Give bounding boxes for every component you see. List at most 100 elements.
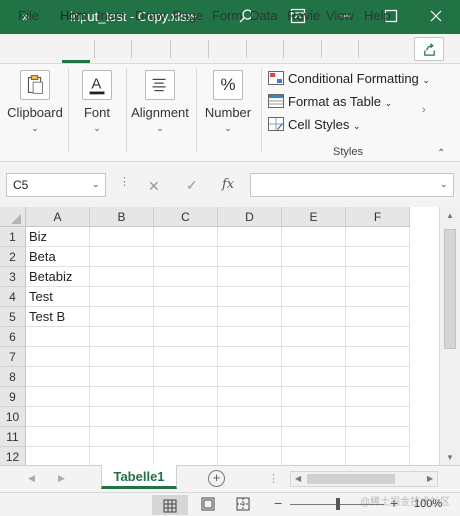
- cell-f12[interactable]: [346, 447, 410, 465]
- row-header-9[interactable]: 9: [0, 387, 26, 407]
- tab-file[interactable]: File: [18, 8, 39, 23]
- row-header-11[interactable]: 11: [0, 427, 26, 447]
- cell-c6[interactable]: [154, 327, 218, 347]
- cell-a2[interactable]: Beta: [26, 247, 90, 267]
- cell-f3[interactable]: [346, 267, 410, 287]
- cell-f6[interactable]: [346, 327, 410, 347]
- cell-d1[interactable]: [218, 227, 282, 247]
- cell-d10[interactable]: [218, 407, 282, 427]
- cell-b7[interactable]: [90, 347, 154, 367]
- expand-formula-bar-icon[interactable]: ⌄: [440, 179, 448, 190]
- row-header-2[interactable]: 2: [0, 247, 26, 267]
- column-header-e[interactable]: E: [282, 207, 346, 227]
- cell-b12[interactable]: [90, 447, 154, 465]
- page-break-icon[interactable]: [236, 497, 250, 511]
- cell-b2[interactable]: [90, 247, 154, 267]
- cell-b10[interactable]: [90, 407, 154, 427]
- cell-e7[interactable]: [282, 347, 346, 367]
- cell-d9[interactable]: [218, 387, 282, 407]
- cell-f11[interactable]: [346, 427, 410, 447]
- name-box-dropdown-icon[interactable]: ⌄: [92, 179, 100, 190]
- alignment-group[interactable]: Alignment ⌄: [128, 64, 192, 162]
- name-box[interactable]: C5: [6, 173, 106, 197]
- vertical-scrollbar[interactable]: ▲ ▼: [439, 207, 460, 465]
- cell-f2[interactable]: [346, 247, 410, 267]
- cell-f8[interactable]: [346, 367, 410, 387]
- cell-d6[interactable]: [218, 327, 282, 347]
- cell-d4[interactable]: [218, 287, 282, 307]
- previous-sheet-icon[interactable]: ◀: [28, 473, 35, 484]
- cell-f10[interactable]: [346, 407, 410, 427]
- cell-c4[interactable]: [154, 287, 218, 307]
- close-icon[interactable]: [428, 8, 444, 24]
- vertical-scroll-thumb[interactable]: [444, 229, 456, 349]
- cell-e10[interactable]: [282, 407, 346, 427]
- cell-styles-button[interactable]: Cell Styles ⌄: [268, 117, 361, 132]
- cancel-entry-button[interactable]: ✕: [148, 178, 160, 195]
- cell-b6[interactable]: [90, 327, 154, 347]
- cell-c12[interactable]: [154, 447, 218, 465]
- cell-e8[interactable]: [282, 367, 346, 387]
- select-all-button[interactable]: [0, 207, 26, 227]
- cell-e4[interactable]: [282, 287, 346, 307]
- cell-c9[interactable]: [154, 387, 218, 407]
- tab-page-layout[interactable]: Page: [173, 8, 207, 23]
- cell-a9[interactable]: [26, 387, 90, 407]
- tab-help[interactable]: Help: [364, 8, 396, 23]
- cell-d2[interactable]: [218, 247, 282, 267]
- cell-c2[interactable]: [154, 247, 218, 267]
- cell-e12[interactable]: [282, 447, 346, 465]
- cell-c8[interactable]: [154, 367, 218, 387]
- cell-b5[interactable]: [90, 307, 154, 327]
- cell-d12[interactable]: [218, 447, 282, 465]
- column-header-f[interactable]: F: [346, 207, 410, 227]
- row-header-10[interactable]: 10: [0, 407, 26, 427]
- cell-e3[interactable]: [282, 267, 346, 287]
- tab-insert[interactable]: Inser: [97, 8, 129, 23]
- cell-c5[interactable]: [154, 307, 218, 327]
- cell-a1[interactable]: Biz: [26, 227, 90, 247]
- font-group[interactable]: A Font ⌄: [70, 64, 124, 162]
- cell-a12[interactable]: [26, 447, 90, 465]
- insert-function-button[interactable]: fx: [222, 177, 234, 192]
- cell-b3[interactable]: [90, 267, 154, 287]
- add-sheet-button[interactable]: +: [208, 470, 225, 487]
- cell-d5[interactable]: [218, 307, 282, 327]
- cell-e9[interactable]: [282, 387, 346, 407]
- scroll-up-icon[interactable]: ▲: [446, 211, 454, 220]
- tab-home[interactable]: Hom: [60, 8, 92, 23]
- column-header-b[interactable]: B: [90, 207, 154, 227]
- cell-e5[interactable]: [282, 307, 346, 327]
- next-sheet-icon[interactable]: ▶: [58, 473, 65, 484]
- format-as-table-button[interactable]: Format as Table ⌄: [268, 94, 392, 109]
- cell-a3[interactable]: Betabiz: [26, 267, 90, 287]
- cell-a10[interactable]: [26, 407, 90, 427]
- cell-b8[interactable]: [90, 367, 154, 387]
- row-header-12[interactable]: 12: [0, 447, 26, 465]
- cell-d8[interactable]: [218, 367, 282, 387]
- page-layout-icon[interactable]: [201, 497, 215, 511]
- cell-b9[interactable]: [90, 387, 154, 407]
- ribbon-scroll-right-icon[interactable]: ›: [422, 104, 426, 116]
- tab-view[interactable]: View: [326, 8, 356, 23]
- tab-split-handle[interactable]: ⋮: [268, 472, 279, 485]
- share-button[interactable]: [414, 37, 444, 61]
- row-header-8[interactable]: 8: [0, 367, 26, 387]
- tab-formulas[interactable]: Form: [212, 8, 246, 23]
- sheet-tab-tabelle1[interactable]: Tabelle1: [101, 465, 177, 489]
- scroll-left-icon[interactable]: ◀: [295, 474, 301, 483]
- cell-f1[interactable]: [346, 227, 410, 247]
- cell-e1[interactable]: [282, 227, 346, 247]
- cell-e11[interactable]: [282, 427, 346, 447]
- normal-view-button[interactable]: [152, 495, 188, 515]
- row-header-5[interactable]: 5: [0, 307, 26, 327]
- row-header-6[interactable]: 6: [0, 327, 26, 347]
- tab-draw[interactable]: Draw: [135, 8, 169, 23]
- clipboard-group[interactable]: Clipboard ⌄: [4, 64, 66, 162]
- conditional-formatting-button[interactable]: Conditional Formatting ⌄: [268, 71, 430, 86]
- tab-review[interactable]: Revie: [287, 8, 320, 23]
- cell-f5[interactable]: [346, 307, 410, 327]
- number-group[interactable]: % Number ⌄: [198, 64, 258, 162]
- cell-b1[interactable]: [90, 227, 154, 247]
- zoom-slider-handle[interactable]: [336, 498, 340, 510]
